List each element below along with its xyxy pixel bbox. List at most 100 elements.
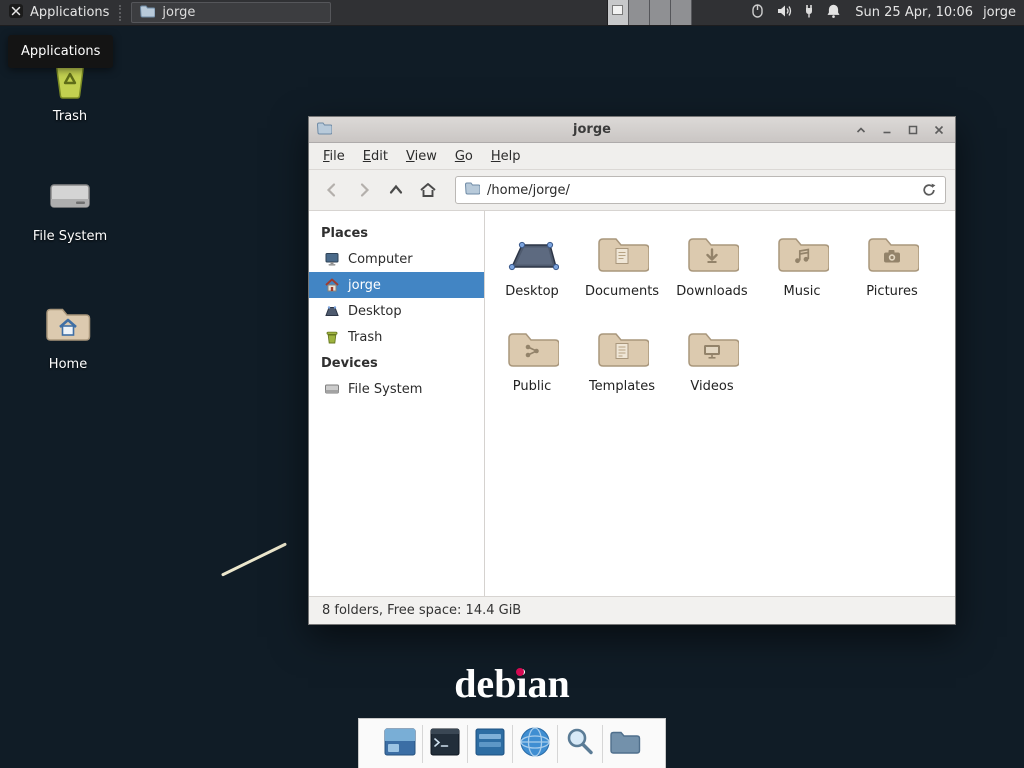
documents-folder-icon xyxy=(595,229,649,281)
desktop-icon-label: File System xyxy=(26,229,114,244)
dock-item-app-finder[interactable] xyxy=(558,724,602,764)
dock-item-settings[interactable] xyxy=(468,724,512,764)
status-text: 8 folders, Free space: 14.4 GiB xyxy=(322,603,521,618)
panel-separator xyxy=(119,5,126,21)
folder-icon xyxy=(608,727,642,761)
applications-menu-icon xyxy=(8,3,24,23)
settings-icon xyxy=(473,725,507,763)
debian-logo-text: debian xyxy=(454,661,570,706)
folder-label: Pictures xyxy=(866,284,917,299)
folder-label: Public xyxy=(513,379,551,394)
desktop-icon-label: Trash xyxy=(26,109,114,124)
power-icon[interactable] xyxy=(803,3,815,23)
folder-label: Downloads xyxy=(676,284,747,299)
folder-view[interactable]: Desktop Documents Download xyxy=(485,211,955,596)
menu-bar: File Edit View Go Help xyxy=(309,143,955,170)
workspace-3[interactable] xyxy=(650,0,671,25)
shade-button[interactable] xyxy=(852,121,870,139)
debian-logo: debian xyxy=(0,660,1024,707)
status-bar: 8 folders, Free space: 14.4 GiB xyxy=(309,596,955,624)
trash-icon xyxy=(324,329,340,345)
close-button[interactable] xyxy=(930,121,948,139)
sidebar-item-trash[interactable]: Trash xyxy=(309,324,484,350)
download-arrow-emblem xyxy=(704,248,720,268)
dock-item-file-manager[interactable] xyxy=(378,724,422,764)
username-label: jorge xyxy=(983,5,1016,20)
sidebar-item-label: Computer xyxy=(348,252,413,267)
share-nodes-emblem xyxy=(524,343,540,363)
menu-view[interactable]: View xyxy=(398,145,445,168)
path-input[interactable]: /home/jorge/ xyxy=(455,176,946,204)
workspace-1[interactable] xyxy=(608,0,629,25)
reload-button[interactable] xyxy=(921,182,937,198)
taskbar-button[interactable]: jorge xyxy=(131,2,331,23)
workspace-2[interactable] xyxy=(629,0,650,25)
folder-item-videos[interactable]: Videos xyxy=(667,324,757,405)
template-paper-emblem xyxy=(615,342,630,364)
home-icon xyxy=(324,277,340,293)
app-finder-icon xyxy=(563,725,597,763)
titlebar[interactable]: jorge xyxy=(309,117,955,143)
dock-item-folder[interactable] xyxy=(603,724,647,764)
document-emblem xyxy=(615,247,630,269)
home-button[interactable] xyxy=(414,177,441,204)
folder-label: Templates xyxy=(589,379,655,394)
folder-item-templates[interactable]: Templates xyxy=(577,324,667,405)
folder-item-public[interactable]: Public xyxy=(487,324,577,405)
applications-menu-button[interactable]: Applications xyxy=(0,0,117,25)
dock-item-web-browser[interactable] xyxy=(513,724,557,764)
folder-item-music[interactable]: Music xyxy=(757,229,847,310)
desktop-icon-home[interactable]: Home xyxy=(24,300,112,372)
sidebar-item-computer[interactable]: Computer xyxy=(309,246,484,272)
maximize-button[interactable] xyxy=(904,121,922,139)
devices-header: Devices xyxy=(309,350,484,376)
sidebar-item-jorge[interactable]: jorge xyxy=(309,272,484,298)
file-manager-window: jorge File Edit View Go Help xyxy=(308,116,956,625)
pointer-device-icon[interactable] xyxy=(750,3,765,23)
path-text: /home/jorge/ xyxy=(487,183,570,198)
home-folder-icon xyxy=(24,300,112,350)
drive-icon xyxy=(26,172,114,222)
window-title-icon xyxy=(316,120,332,140)
workspace-4[interactable] xyxy=(671,0,692,25)
sidebar-item-label: Desktop xyxy=(348,304,402,319)
folder-item-downloads[interactable]: Downloads xyxy=(667,229,757,310)
sidebar-item-file-system[interactable]: File System xyxy=(309,376,484,402)
public-folder-icon xyxy=(505,324,559,376)
web-browser-icon xyxy=(518,725,552,763)
window-title: jorge xyxy=(338,122,846,137)
menu-go[interactable]: Go xyxy=(447,145,481,168)
music-note-emblem xyxy=(794,247,811,268)
folder-item-documents[interactable]: Documents xyxy=(577,229,667,310)
terminal-icon xyxy=(428,725,462,763)
folder-item-desktop[interactable]: Desktop xyxy=(487,229,577,310)
back-button[interactable] xyxy=(318,177,345,204)
minimize-button[interactable] xyxy=(878,121,896,139)
toolbar: /home/jorge/ xyxy=(309,170,955,211)
camera-emblem xyxy=(883,248,901,267)
volume-icon[interactable] xyxy=(776,3,792,23)
clock[interactable]: Sun 25 Apr, 10:06 xyxy=(855,5,973,20)
menu-help[interactable]: Help xyxy=(483,145,529,168)
sidebar-item-label: jorge xyxy=(348,278,381,293)
sidebar-item-desktop[interactable]: Desktop xyxy=(309,298,484,324)
desktop-icon-file-system[interactable]: File System xyxy=(26,172,114,244)
drive-icon xyxy=(324,381,340,397)
file-manager-icon xyxy=(383,725,417,763)
notifications-bell-icon[interactable] xyxy=(826,3,841,23)
folder-label: Videos xyxy=(690,379,733,394)
folder-label: Music xyxy=(784,284,821,299)
forward-button[interactable] xyxy=(350,177,377,204)
path-folder-icon xyxy=(464,180,480,200)
places-header: Places xyxy=(309,220,484,246)
tooltip-text: Applications xyxy=(21,44,100,59)
downloads-folder-icon xyxy=(685,229,739,281)
folder-item-pictures[interactable]: Pictures xyxy=(847,229,937,310)
videos-folder-icon xyxy=(685,324,739,376)
menu-edit[interactable]: Edit xyxy=(355,145,396,168)
pictures-folder-icon xyxy=(865,229,919,281)
menu-file[interactable]: File xyxy=(315,145,353,168)
dock-item-terminal[interactable] xyxy=(423,724,467,764)
workspace-switcher[interactable] xyxy=(607,0,692,25)
up-button[interactable] xyxy=(382,177,409,204)
